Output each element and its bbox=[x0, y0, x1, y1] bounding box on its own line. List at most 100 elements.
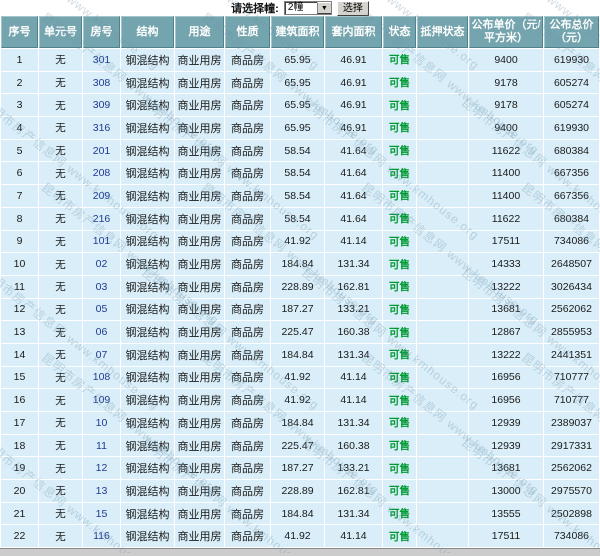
cell-room[interactable]: 13 bbox=[83, 480, 120, 502]
cell-inner_area: 46.91 bbox=[325, 94, 382, 117]
cell-inner_area: 160.38 bbox=[325, 321, 382, 343]
cell-nature: 商品房 bbox=[225, 162, 270, 185]
chevron-down-icon[interactable]: ▼ bbox=[316, 2, 331, 14]
cell-unit: 无 bbox=[39, 71, 82, 94]
cell-room[interactable]: 308 bbox=[83, 71, 120, 94]
column-header: 抵押状态 bbox=[417, 16, 468, 48]
cell-mortgage bbox=[417, 434, 468, 457]
cell-status: 可售 bbox=[383, 162, 416, 185]
cell-area: 228.89 bbox=[271, 480, 324, 502]
cell-usage: 商业用房 bbox=[175, 94, 224, 117]
cell-unit_price: 13000 bbox=[469, 480, 543, 502]
cell-room[interactable]: 209 bbox=[83, 185, 120, 207]
cell-unit: 无 bbox=[39, 343, 82, 366]
cell-room[interactable]: 101 bbox=[83, 230, 120, 253]
cell-structure: 钢混结构 bbox=[121, 253, 174, 275]
cell-total_price: 2917331 bbox=[544, 434, 599, 457]
cell-unit_price: 13222 bbox=[469, 275, 543, 298]
cell-room[interactable]: 216 bbox=[83, 207, 120, 230]
cell-unit: 无 bbox=[39, 162, 82, 185]
cell-total_price: 2562062 bbox=[544, 298, 599, 321]
cell-inner_area: 162.81 bbox=[325, 480, 382, 502]
cell-seq: 18 bbox=[1, 434, 38, 457]
cell-structure: 钢混结构 bbox=[121, 117, 174, 139]
cell-nature: 商品房 bbox=[225, 139, 270, 162]
cell-area: 65.95 bbox=[271, 49, 324, 71]
cell-room[interactable]: 316 bbox=[83, 117, 120, 139]
cell-room[interactable]: 10 bbox=[83, 412, 120, 434]
cell-room[interactable]: 309 bbox=[83, 94, 120, 117]
cell-seq: 12 bbox=[1, 298, 38, 321]
cell-room[interactable]: 109 bbox=[83, 389, 120, 411]
cell-mortgage bbox=[417, 321, 468, 343]
cell-room[interactable]: 05 bbox=[83, 298, 120, 321]
cell-nature: 商品房 bbox=[225, 366, 270, 389]
cell-area: 65.95 bbox=[271, 71, 324, 94]
cell-status: 可售 bbox=[383, 230, 416, 253]
cell-room[interactable]: 12 bbox=[83, 457, 120, 480]
column-header: 结构 bbox=[121, 16, 174, 48]
cell-status: 可售 bbox=[383, 434, 416, 457]
column-header: 房号 bbox=[83, 16, 120, 48]
cell-room[interactable]: 15 bbox=[83, 502, 120, 525]
table-row: 11 无 03 钢混结构 商业用房 商品房 228.89 162.81 可售 13222 30264… bbox=[1, 275, 599, 298]
cell-room[interactable]: 201 bbox=[83, 139, 120, 162]
cell-seq: 21 bbox=[1, 502, 38, 525]
cell-unit_price: 13555 bbox=[469, 502, 543, 525]
cell-seq: 15 bbox=[1, 366, 38, 389]
cell-room[interactable]: 11 bbox=[83, 434, 120, 457]
building-select[interactable]: 2幢 ▼ bbox=[283, 1, 332, 15]
cell-usage: 商业用房 bbox=[175, 117, 224, 139]
cell-inner_area: 41.64 bbox=[325, 185, 382, 207]
select-button[interactable]: 选择 bbox=[336, 0, 369, 16]
cell-usage: 商业用房 bbox=[175, 298, 224, 321]
cell-total_price: 2502898 bbox=[544, 502, 599, 525]
cell-nature: 商品房 bbox=[225, 389, 270, 411]
table-row: 20 无 13 钢混结构 商业用房 商品房 228.89 162.81 可售 13000 29755… bbox=[1, 480, 599, 502]
cell-status: 可售 bbox=[383, 49, 416, 71]
column-header: 序号 bbox=[1, 16, 38, 48]
cell-usage: 商业用房 bbox=[175, 366, 224, 389]
cell-mortgage bbox=[417, 389, 468, 411]
cell-structure: 钢混结构 bbox=[121, 162, 174, 185]
cell-status: 可售 bbox=[383, 502, 416, 525]
cell-nature: 商品房 bbox=[225, 457, 270, 480]
cell-mortgage bbox=[417, 162, 468, 185]
cell-inner_area: 131.34 bbox=[325, 253, 382, 275]
cell-room[interactable]: 06 bbox=[83, 321, 120, 343]
cell-area: 184.84 bbox=[271, 412, 324, 434]
table-row: 18 无 11 钢混结构 商业用房 商品房 225.47 160.38 可售 12939 29173… bbox=[1, 434, 599, 457]
table-row: 2 无 308 钢混结构 商业用房 商品房 65.95 46.91 可售 9178 605274 bbox=[1, 71, 599, 94]
cell-structure: 钢混结构 bbox=[121, 480, 174, 502]
cell-usage: 商业用房 bbox=[175, 480, 224, 502]
cell-room[interactable]: 02 bbox=[83, 253, 120, 275]
cell-mortgage bbox=[417, 275, 468, 298]
cell-usage: 商业用房 bbox=[175, 389, 224, 411]
cell-room[interactable]: 301 bbox=[83, 49, 120, 71]
cell-usage: 商业用房 bbox=[175, 185, 224, 207]
cell-structure: 钢混结构 bbox=[121, 434, 174, 457]
cell-nature: 商品房 bbox=[225, 502, 270, 525]
cell-area: 225.47 bbox=[271, 321, 324, 343]
cell-mortgage bbox=[417, 412, 468, 434]
cell-unit: 无 bbox=[39, 94, 82, 117]
cell-status: 可售 bbox=[383, 480, 416, 502]
cell-structure: 钢混结构 bbox=[121, 502, 174, 525]
cell-inner_area: 41.14 bbox=[325, 389, 382, 411]
cell-room[interactable]: 208 bbox=[83, 162, 120, 185]
cell-total_price: 2441351 bbox=[544, 343, 599, 366]
cell-inner_area: 46.91 bbox=[325, 117, 382, 139]
cell-structure: 钢混结构 bbox=[121, 275, 174, 298]
cell-room[interactable]: 03 bbox=[83, 275, 120, 298]
cell-inner_area: 133.21 bbox=[325, 298, 382, 321]
cell-room[interactable]: 07 bbox=[83, 343, 120, 366]
cell-unit_price: 13681 bbox=[469, 298, 543, 321]
cell-room[interactable]: 108 bbox=[83, 366, 120, 389]
cell-nature: 商品房 bbox=[225, 298, 270, 321]
column-header: 套内面积 bbox=[325, 16, 382, 48]
cell-status: 可售 bbox=[383, 117, 416, 139]
cell-nature: 商品房 bbox=[225, 71, 270, 94]
table-row: 21 无 15 钢混结构 商业用房 商品房 184.84 131.34 可售 13555 25028… bbox=[1, 502, 599, 525]
cell-structure: 钢混结构 bbox=[121, 321, 174, 343]
cell-room[interactable]: 116 bbox=[83, 525, 120, 548]
